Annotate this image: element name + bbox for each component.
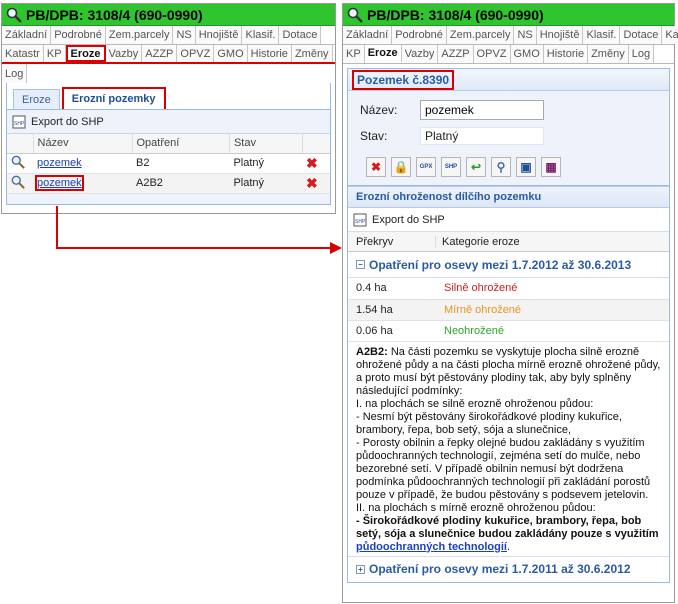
name-row: Název: (348, 97, 669, 123)
tab-log[interactable]: Log (628, 45, 655, 63)
delete-grid-icon[interactable]: ▦ (541, 157, 561, 177)
tab-vazby[interactable]: Vazby (401, 45, 439, 63)
tab-hnojiste[interactable]: Hnojiště (536, 26, 584, 44)
tab-bar: Základní Podrobné Zem.parcely NS Hnojišt… (343, 26, 678, 64)
tab-eroze[interactable]: Eroze (364, 45, 402, 63)
tab-klasif[interactable]: Klasif. (583, 26, 621, 44)
detail-title: Pozemek č.8390 (352, 69, 455, 90)
tab-kp[interactable]: KP (343, 45, 365, 63)
shp-export-icon[interactable]: SHP (441, 157, 461, 177)
collapse-icon[interactable]: − (356, 260, 365, 269)
tab-podrobne[interactable]: Podrobné (392, 26, 447, 44)
shp-export-icon: SHP (353, 213, 367, 226)
technology-link[interactable]: půdoochranných technologií (356, 541, 507, 553)
save-icon[interactable]: ▣ (516, 157, 536, 177)
tab-historie[interactable]: Historie (543, 45, 589, 63)
detail-toolbar: ✖ 🔒 GPX SHP ↩ ⚲ ▣ ▦ (348, 149, 669, 185)
tab-katastr[interactable]: Kat (662, 26, 678, 44)
state-row: Stav: Platný (348, 123, 669, 149)
group-2012-2013[interactable]: − Opatření pro osevy mezi 1.7.2012 až 30… (348, 252, 669, 278)
erosion-section: Erozní ohroženost dílčího pozemku SHP Ex… (347, 186, 670, 583)
export-toolbar: SHP Export do SHP (348, 208, 669, 232)
tab-azzp[interactable]: AZZP (438, 45, 474, 63)
lock-icon[interactable]: 🔒 (391, 157, 411, 177)
name-input[interactable] (420, 100, 544, 120)
tab-dotace[interactable]: Dotace (620, 26, 663, 44)
window-title: PB/DPB: 3108/4 (690-0990) (367, 6, 544, 23)
tab-zem-parcely[interactable]: Zem.parcely (446, 26, 515, 44)
group-title: Opatření pro osevy mezi 1.7.2011 až 30.6… (369, 562, 631, 576)
magnifier-icon (347, 7, 363, 23)
gpx-export-icon[interactable]: GPX (416, 157, 436, 177)
undo-icon[interactable]: ↩ (466, 157, 486, 177)
erosion-section-title: Erozní ohroženost dílčího pozemku (348, 186, 669, 208)
note-line: - Nesmí být pěstovány širokořádkové plod… (356, 410, 622, 436)
window-title-bar: PB/DPB: 3108/4 (690-0990) (343, 4, 674, 26)
state-value: Platný (420, 127, 544, 145)
tab-ns[interactable]: NS (514, 26, 537, 44)
area-cell: 0.4 ha (348, 278, 436, 300)
col-prekryv[interactable]: Překryv (348, 235, 436, 248)
svg-text:SHP: SHP (355, 219, 366, 225)
erosion-table: 0.4 ha Silně ohrožené 1.54 ha Mírně ohro… (348, 278, 669, 342)
note-intro: Na části pozemku se vyskytuje plocha sil… (356, 345, 661, 397)
table-row: 1.54 ha Mírně ohrožené (348, 299, 669, 321)
erosion-table-header: Překryv Kategorie eroze (348, 232, 669, 252)
note-line: I. na plochách se silně erozně ohroženou… (356, 397, 594, 410)
right-window: PB/DPB: 3108/4 (690-0990) Základní Podro… (342, 3, 678, 603)
category-cell: Neohrožené (436, 320, 669, 342)
search-icon[interactable]: ⚲ (491, 157, 511, 177)
state-label: Stav: (360, 129, 388, 143)
export-shp-button[interactable]: Export do SHP (372, 214, 445, 226)
table-row: 0.06 ha Neohrožené (348, 320, 669, 342)
area-cell: 1.54 ha (348, 299, 436, 321)
note-bold-line: - Širokořádkové plodiny kukuřice, brambo… (356, 514, 659, 540)
tab-zmeny[interactable]: Změny (588, 45, 629, 63)
note-line: II. na plochách s mírně erozně ohroženou… (356, 501, 596, 514)
table-row: 0.4 ha Silně ohrožené (348, 278, 669, 300)
area-cell: 0.06 ha (348, 320, 436, 342)
group-title: Opatření pro osevy mezi 1.7.2012 až 30.6… (369, 257, 632, 272)
category-cell: Silně ohrožené (436, 278, 669, 300)
measure-note: A2B2: Na části pozemku se vyskytuje ploc… (348, 342, 669, 556)
note-end: . (506, 540, 511, 553)
tab-gmo[interactable]: GMO (510, 45, 544, 63)
close-icon[interactable]: ✖ (366, 157, 386, 177)
note-code: A2B2: (356, 345, 388, 358)
group-2011-2012[interactable]: + Opatření pro osevy mezi 1.7.2011 až 30… (348, 555, 669, 582)
tab-zakladni[interactable]: Základní (343, 26, 393, 44)
note-line: - Porosty obilnin a řepky olejné budou z… (356, 436, 651, 501)
expand-icon[interactable]: + (356, 564, 365, 574)
tab-opvz[interactable]: OPVZ (473, 45, 511, 63)
col-kategorie[interactable]: Kategorie eroze (436, 236, 520, 248)
detail-header: Pozemek č.8390 (348, 69, 669, 91)
name-label: Název: (360, 103, 398, 117)
pozemek-detail: Pozemek č.8390 Název: Stav: Platný ✖ 🔒 G… (347, 68, 670, 186)
category-cell: Mírně ohrožené (436, 299, 669, 321)
